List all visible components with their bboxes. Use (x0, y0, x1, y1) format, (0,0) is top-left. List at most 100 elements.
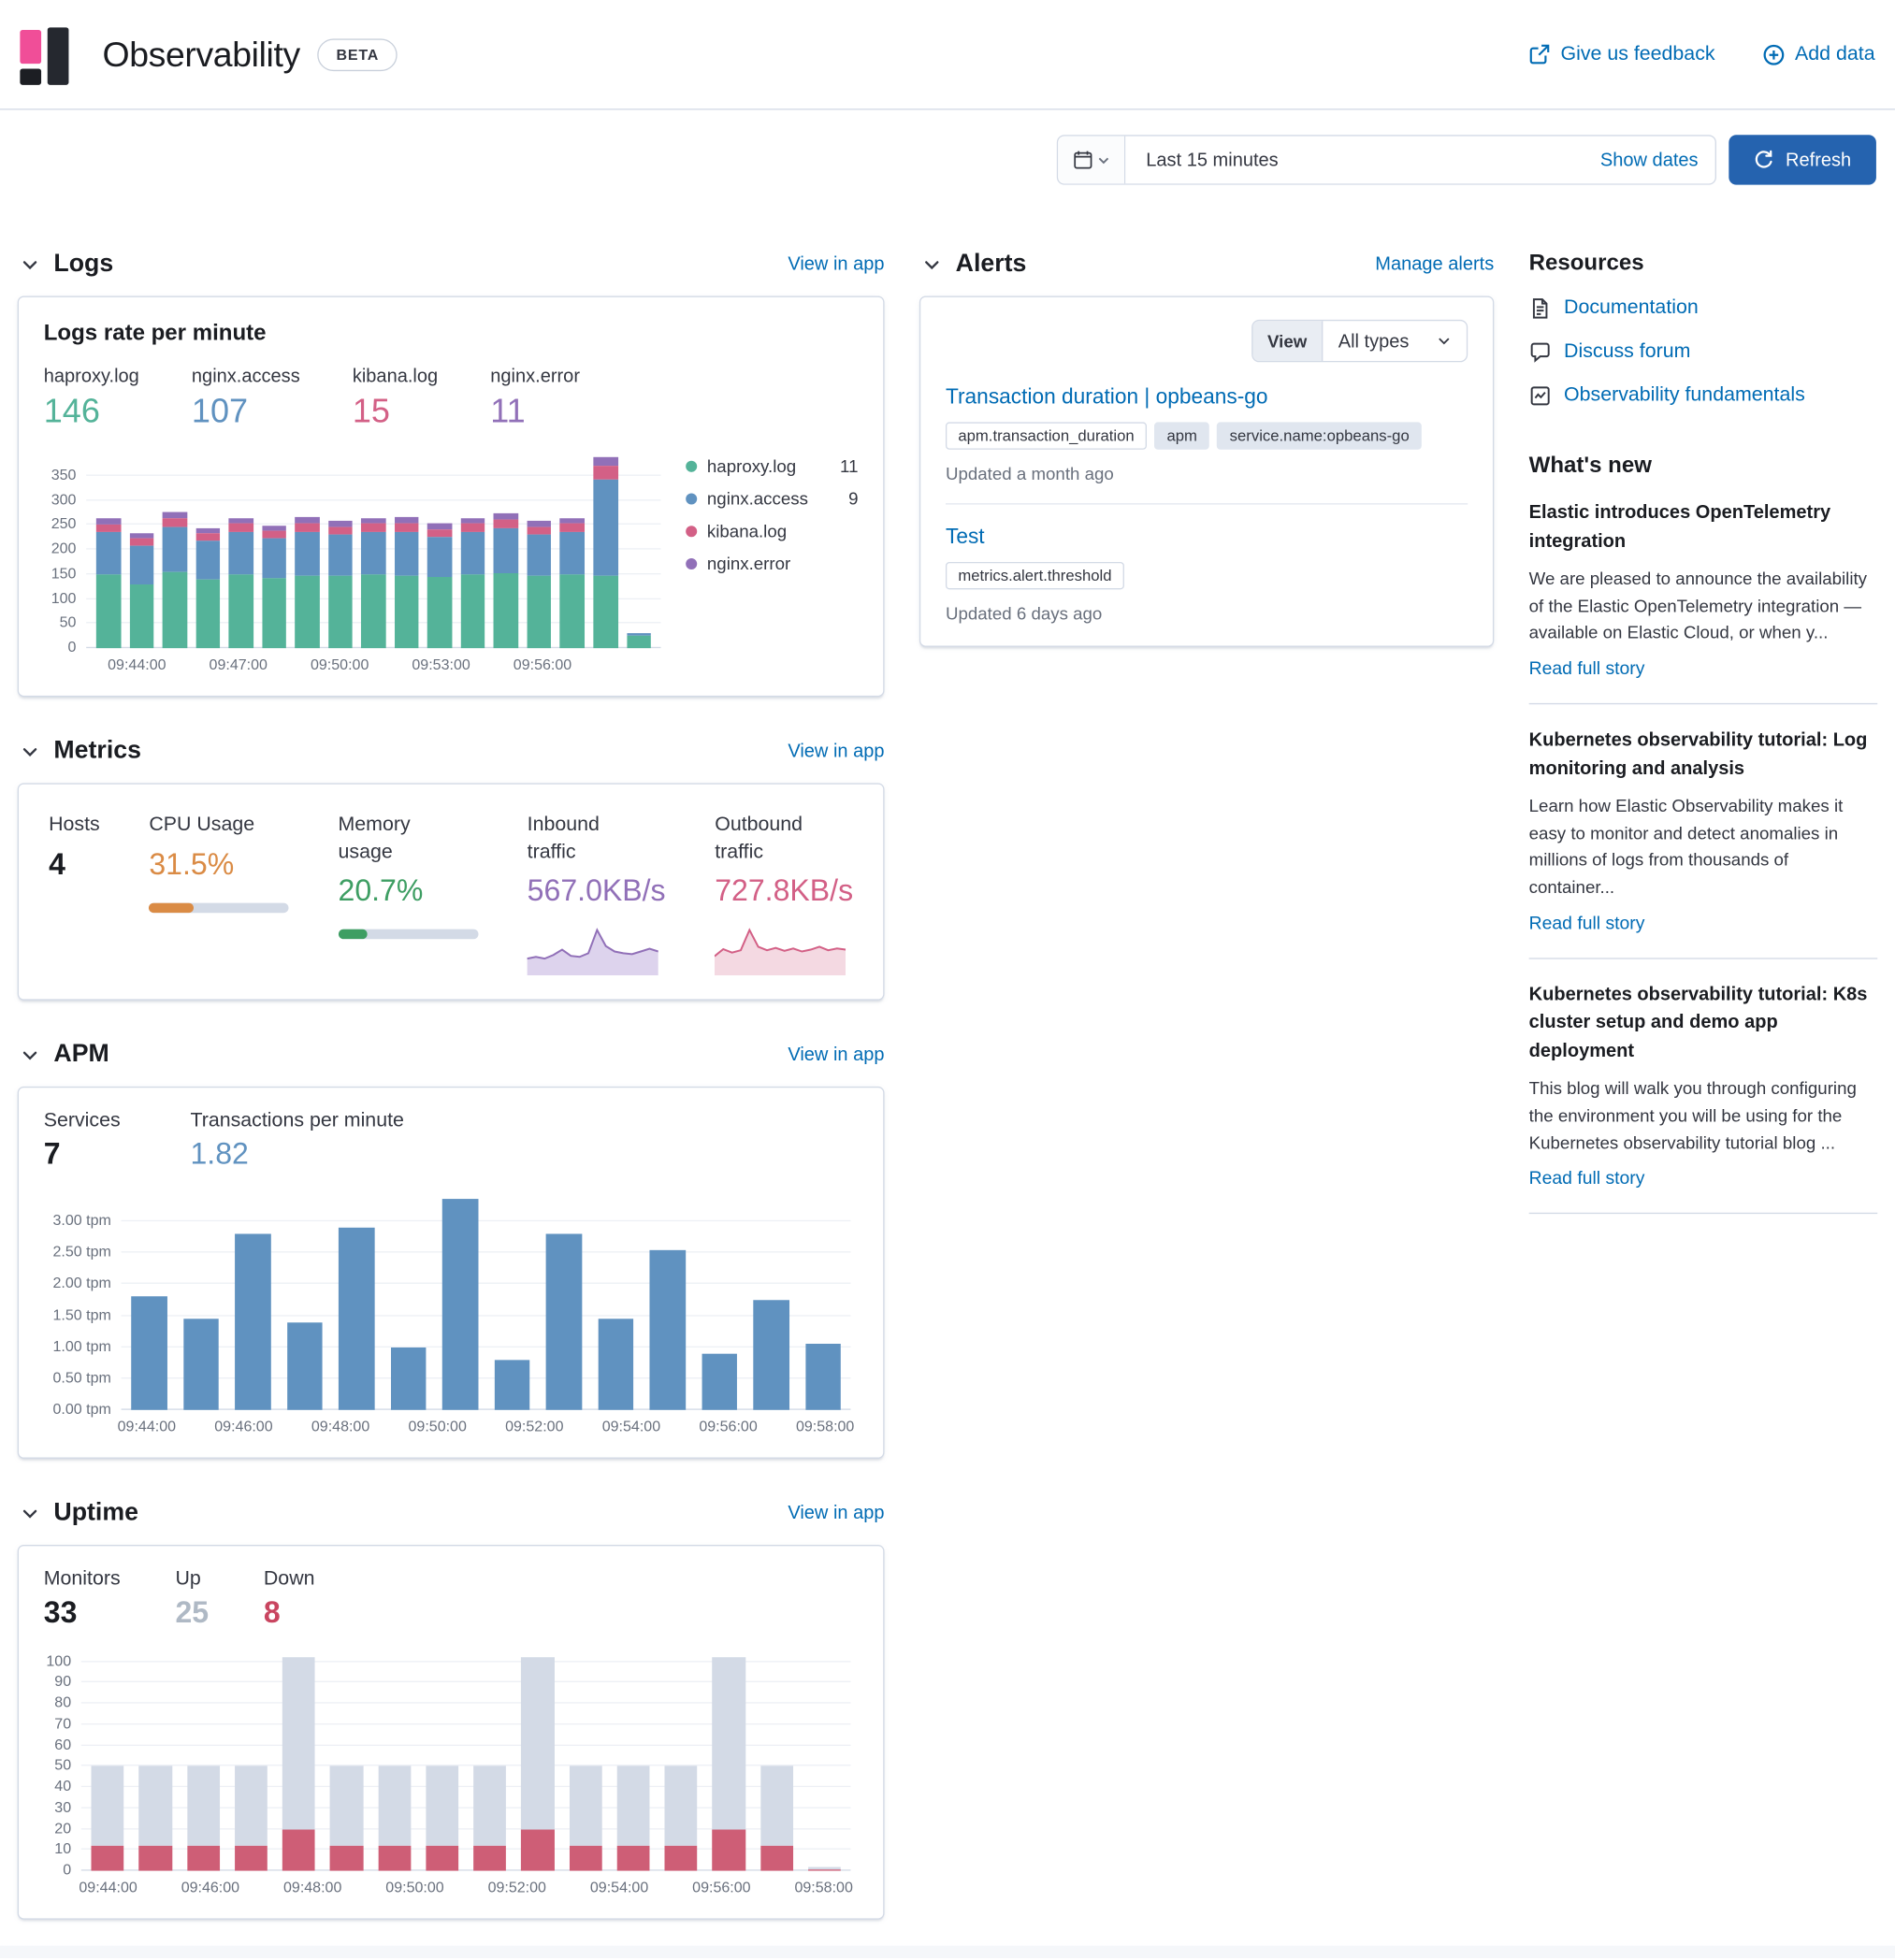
outbound-traffic-stat: Outbound traffic 727.8KB/s (715, 812, 853, 977)
alert-type-filter: View All types (1251, 320, 1468, 362)
read-full-story-link[interactable]: Read full story (1529, 1170, 1645, 1189)
add-data-label: Add data (1795, 43, 1875, 65)
time-range-value[interactable]: Last 15 minutes (1126, 150, 1600, 171)
news-divider (1529, 703, 1878, 704)
chevron-down-icon (1437, 334, 1452, 349)
uptime-section-header: Uptime View in app (18, 1499, 885, 1528)
news-body: This blog will walk you through configur… (1529, 1075, 1878, 1157)
monitors-down-stat: Down 8 (264, 1569, 315, 1632)
apm-collapse-button[interactable] (18, 1043, 43, 1068)
alerts-divider (946, 503, 1468, 504)
alerts-filter-row: View All types (946, 320, 1468, 362)
legend-dot (686, 557, 697, 569)
news-title: Kubernetes observability tutorial: K8s c… (1529, 981, 1878, 1065)
logs-stats-row: haproxy.log 146 nginx.access 107 kibana.… (44, 366, 859, 430)
alert-link-transaction-duration[interactable]: Transaction duration | opbeans-go (946, 384, 1268, 410)
logs-collapse-button[interactable] (18, 252, 43, 277)
news-title: Kubernetes observability tutorial: Log m… (1529, 727, 1878, 783)
uptime-stats-row: Monitors 33 Up 25 Down 8 (44, 1569, 859, 1632)
date-quick-select-button[interactable] (1059, 137, 1126, 184)
news-item: Kubernetes observability tutorial: Log m… (1529, 727, 1878, 958)
discuss-forum-link[interactable]: Discuss forum (1529, 341, 1878, 364)
inbound-traffic-sparkline (528, 919, 658, 976)
show-dates-label: Show dates (1600, 150, 1699, 171)
apm-view-in-app-link[interactable]: View in app (788, 1045, 884, 1066)
chevron-down-icon (1097, 153, 1111, 167)
alert-type-select[interactable]: All types (1324, 321, 1467, 361)
logs-chart-legend: haproxy.log 11 nginx.access 9 kibana.log (668, 446, 858, 673)
logs-section-title: Logs (53, 250, 113, 279)
documentation-link[interactable]: Documentation (1529, 297, 1878, 320)
refresh-label: Refresh (1786, 150, 1851, 171)
legend-dot (686, 493, 697, 504)
view-filter-label: View (1252, 321, 1324, 361)
uptime-view-in-app-link[interactable]: View in app (788, 1503, 884, 1524)
app-header: Observability BETA Give us feedback Add … (0, 0, 1895, 110)
logs-panel: Logs rate per minute haproxy.log 146 ngi… (18, 296, 885, 698)
chevron-down-icon (20, 254, 39, 274)
document-icon (1529, 297, 1552, 320)
alert-item: Test metrics.alert.threshold Updated 6 d… (946, 525, 1468, 624)
uptime-section: Uptime View in app Monitors 33 Up 25 (18, 1499, 885, 1920)
metrics-view-in-app-link[interactable]: View in app (788, 741, 884, 762)
monitors-stat: Monitors 33 (44, 1569, 121, 1632)
give-feedback-link[interactable]: Give us feedback (1529, 43, 1714, 65)
legend-item-kibana[interactable]: kibana.log (686, 521, 858, 540)
logs-stat-haproxy: haproxy.log 146 (44, 366, 139, 430)
chevron-down-icon (20, 1045, 39, 1064)
refresh-button[interactable]: Refresh (1729, 135, 1876, 184)
alert-badge: apm (1154, 422, 1209, 449)
news-title: Elastic introduces OpenTelemetry integra… (1529, 499, 1878, 555)
resource-links: Documentation Discuss forum Observabilit… (1529, 297, 1878, 408)
logo-pink-bar (20, 29, 41, 63)
alerts-section: Alerts Manage alerts View All types (919, 250, 1494, 647)
resources-heading: Resources (1529, 250, 1878, 276)
metrics-collapse-button[interactable] (18, 739, 43, 764)
read-full-story-link[interactable]: Read full story (1529, 914, 1645, 933)
give-feedback-label: Give us feedback (1560, 43, 1714, 65)
alert-updated-text: Updated a month ago (946, 463, 1468, 483)
services-stat: Services 7 (44, 1111, 121, 1174)
apm-stats-row: Services 7 Transactions per minute 1.82 (44, 1111, 859, 1174)
logs-view-in-app-link[interactable]: View in app (788, 253, 884, 275)
logs-stat-nginx-error: nginx.error 11 (490, 366, 580, 430)
observability-logo-icon (20, 24, 72, 84)
logs-chart-row: 05010015020025030035009:44:0009:47:0009:… (44, 446, 859, 673)
news-body: Learn how Elastic Observability makes it… (1529, 793, 1878, 901)
manage-alerts-link[interactable]: Manage alerts (1375, 253, 1494, 275)
cpu-usage-stat: CPU Usage 31.5% (149, 812, 289, 977)
external-link-icon (1529, 44, 1551, 65)
uptime-collapse-button[interactable] (18, 1501, 43, 1526)
legend-item-nginx-access[interactable]: nginx.access 9 (686, 488, 858, 508)
transactions-per-minute-stat: Transactions per minute 1.82 (190, 1111, 403, 1174)
alert-type-selected-value: All types (1338, 330, 1410, 352)
add-data-link[interactable]: Add data (1762, 43, 1874, 65)
alert-item: Transaction duration | opbeans-go apm.tr… (946, 384, 1468, 483)
show-dates-button[interactable]: Show dates (1600, 150, 1715, 171)
news-item: Elastic introduces OpenTelemetry integra… (1529, 499, 1878, 704)
alert-link-test[interactable]: Test (946, 525, 985, 550)
alert-badge: service.name:opbeans-go (1217, 422, 1422, 449)
legend-item-nginx-error[interactable]: nginx.error (686, 554, 858, 573)
chevron-down-icon (20, 1504, 39, 1523)
uptime-monitors-chart: 010203040506070809010009:44:0009:46:0009… (44, 1646, 859, 1895)
alert-badges: metrics.alert.threshold (946, 562, 1468, 589)
cpu-progress-bar (149, 902, 289, 913)
comment-icon (1529, 341, 1552, 364)
apm-panel: Services 7 Transactions per minute 1.82 … (18, 1087, 885, 1459)
resources-sidebar: Resources Documentation Discuss forum Ob… (1529, 250, 1878, 1237)
apm-section-header: APM View in app (18, 1041, 885, 1070)
legend-item-haproxy[interactable]: haproxy.log 11 (686, 455, 858, 475)
logs-stat-kibana: kibana.log 15 (353, 366, 438, 430)
observability-overview-page: Observability BETA Give us feedback Add … (0, 0, 1895, 1958)
logo-dark-bar (48, 27, 69, 84)
logo-bars (20, 29, 41, 84)
observability-fundamentals-link[interactable]: Observability fundamentals (1529, 384, 1878, 407)
apm-transactions-chart: 0.00 tpm0.50 tpm1.00 tpm1.50 tpm2.00 tpm… (44, 1188, 859, 1434)
alerts-collapse-button[interactable] (919, 252, 945, 277)
query-toolbar: Last 15 minutes Show dates Refresh (0, 110, 1895, 185)
overview-grid: Logs View in app Logs rate per minute ha… (0, 185, 1895, 1960)
read-full-story-link[interactable]: Read full story (1529, 659, 1645, 679)
memory-progress-bar (339, 930, 479, 940)
legend-dot (686, 460, 697, 471)
